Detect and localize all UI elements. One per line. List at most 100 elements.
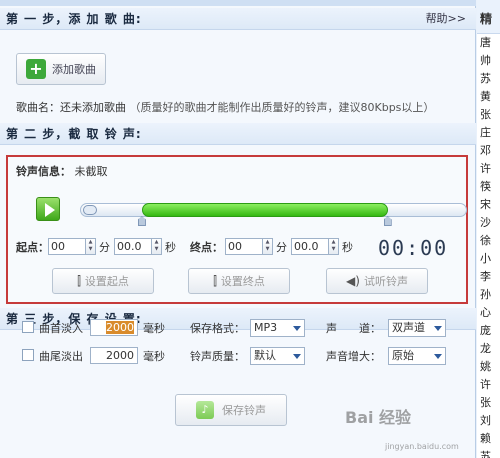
fade-in-checkbox[interactable] [22, 321, 34, 333]
sidebar-item[interactable]: 帅 [477, 52, 500, 70]
sidebar-item[interactable]: 苏 [477, 70, 500, 88]
fade-out-unit: 毫秒 [143, 350, 165, 363]
help-link[interactable]: 帮助>> [426, 8, 466, 30]
step2-header: 第 二 步，截 取 铃 声: [0, 123, 476, 145]
ringtone-info: 铃声信息： 未截取 [16, 163, 108, 179]
volume-value: 原始 [392, 349, 414, 362]
end-minute-input[interactable]: 00 [225, 238, 263, 255]
preview-label: 试听铃声 [363, 275, 408, 288]
quality-select[interactable]: 默认 [250, 347, 305, 365]
start-minute-stepper[interactable]: ▲ ▼ [86, 238, 96, 255]
top-strip [0, 0, 476, 6]
ringtone-info-label: 铃声信息： [16, 165, 71, 178]
format-label: 保存格式： [190, 322, 245, 335]
preview-button[interactable]: ◀) 试听铃声 [326, 268, 428, 294]
format-select[interactable]: MP3 [250, 319, 305, 337]
sidebar-item[interactable]: 徐 [477, 232, 500, 250]
end-minute-unit: 分 [276, 241, 287, 254]
volume-label: 声音增大： [326, 350, 381, 363]
start-bracket-icon: ⫿ [77, 273, 81, 288]
save-ringtone-button[interactable]: ♪ 保存铃声 [175, 394, 287, 426]
chevron-down-icon [434, 354, 442, 359]
sidebar-item[interactable]: 张 [477, 394, 500, 412]
channel-value: 双声道 [392, 321, 425, 334]
step2-title: 第 二 步，截 取 铃 声: [6, 127, 142, 141]
sidebar-item[interactable]: 心 [477, 304, 500, 322]
watermark-text: Bai 经验 [345, 408, 412, 427]
start-minute-input[interactable]: 00 [48, 238, 86, 255]
end-bracket-icon: ⫿ [213, 273, 217, 288]
sidebar-item[interactable]: 庄 [477, 124, 500, 142]
sidebar-item[interactable]: 张 [477, 106, 500, 124]
fade-out-input[interactable]: 2000 [90, 347, 138, 364]
start-second-input[interactable]: 00.0 [114, 238, 152, 255]
chevron-down-icon [293, 354, 301, 359]
end-label: 终点： [190, 241, 223, 254]
fade-in-value: 2000 [106, 321, 134, 334]
song-name-line: 歌曲名：还未添加歌曲 （质量好的歌曲才能制作出质量好的铃声，建议80Kbps以上… [16, 99, 434, 115]
sidebar-item[interactable]: 李 [477, 268, 500, 286]
play-button[interactable] [36, 197, 60, 221]
set-end-label: 设置终点 [220, 275, 265, 288]
plus-icon: + [26, 59, 46, 79]
start-second-unit: 秒 [165, 241, 176, 254]
sidebar-item[interactable]: 庞 [477, 322, 500, 340]
time-display: 00:00 [378, 236, 449, 260]
quality-label: 铃声质量： [190, 350, 245, 363]
ringtone-info-value: 未截取 [74, 165, 108, 178]
sidebar-item[interactable]: 筷 [477, 178, 500, 196]
sidebar-item[interactable]: 沙 [477, 214, 500, 232]
fade-out-label: 曲尾淡出 [39, 350, 83, 363]
quality-hint: （质量好的歌曲才能制作出质量好的铃声，建议80Kbps以上） [129, 101, 435, 114]
sidebar-item[interactable]: 龙 [477, 340, 500, 358]
chevron-down-icon [434, 326, 442, 331]
start-second-stepper[interactable]: ▲ ▼ [152, 238, 162, 255]
sidebar-item[interactable]: 宋 [477, 196, 500, 214]
sidebar-item[interactable]: 唐 [477, 34, 500, 52]
start-minute-unit: 分 [99, 241, 110, 254]
add-song-button[interactable]: + 添加歌曲 [16, 53, 106, 85]
watermark-sub: jingyan.baidu.com [385, 442, 459, 451]
sidebar-item[interactable]: 苏 [477, 448, 500, 458]
step1-title: 第 一 步，添 加 歌 曲: [6, 12, 142, 26]
format-value: MP3 [254, 321, 278, 334]
quality-value: 默认 [254, 349, 276, 362]
sidebar-list: 唐帅苏黄张庄邓许筷宋沙徐小李孙心庞龙姚许张刘赖苏 [477, 34, 500, 458]
sidebar-item[interactable]: 刘 [477, 412, 500, 430]
sidebar-item[interactable]: 黄 [477, 88, 500, 106]
set-start-label: 设置起点 [84, 275, 129, 288]
add-song-label: 添加歌曲 [52, 63, 96, 76]
selection-range[interactable] [141, 203, 388, 217]
sidebar-header: 精 [477, 0, 500, 34]
start-label: 起点： [16, 241, 49, 254]
watermark: Bai 经验 jingyan.baidu.com [345, 404, 459, 451]
playhead-knob[interactable] [83, 205, 97, 215]
sidebar-item[interactable]: 小 [477, 250, 500, 268]
end-second-input[interactable]: 00.0 [291, 238, 329, 255]
fade-in-label: 曲首淡入 [39, 322, 83, 335]
end-second-unit: 秒 [342, 241, 353, 254]
sidebar-item[interactable]: 许 [477, 160, 500, 178]
speaker-icon: ◀) [346, 274, 360, 288]
set-end-button[interactable]: ⫿ 设置终点 [188, 268, 290, 294]
fade-in-input[interactable]: 2000 [90, 319, 138, 336]
main-panel: 第 一 步，添 加 歌 曲: 帮助>> + 添加歌曲 歌曲名：还未添加歌曲 （质… [0, 0, 476, 458]
volume-select[interactable]: 原始 [388, 347, 446, 365]
end-minute-stepper[interactable]: ▲ ▼ [263, 238, 273, 255]
save-ringtone-label: 保存铃声 [222, 404, 266, 417]
sidebar-item[interactable]: 邓 [477, 142, 500, 160]
music-note-icon: ♪ [196, 401, 214, 419]
sidebar: 精 唐帅苏黄张庄邓许筷宋沙徐小李孙心庞龙姚许张刘赖苏 [477, 0, 500, 458]
fade-in-unit: 毫秒 [143, 322, 165, 335]
sidebar-item[interactable]: 姚 [477, 358, 500, 376]
step1-header: 第 一 步，添 加 歌 曲: 帮助>> [0, 8, 476, 30]
channel-select[interactable]: 双声道 [388, 319, 446, 337]
set-start-button[interactable]: ⫿ 设置起点 [52, 268, 154, 294]
channel-label: 声 道： [326, 322, 381, 335]
fade-out-checkbox[interactable] [22, 349, 34, 361]
sidebar-item[interactable]: 赖 [477, 430, 500, 448]
chevron-down-icon [293, 326, 301, 331]
sidebar-item[interactable]: 许 [477, 376, 500, 394]
sidebar-item[interactable]: 孙 [477, 286, 500, 304]
end-second-stepper[interactable]: ▲ ▼ [329, 238, 339, 255]
